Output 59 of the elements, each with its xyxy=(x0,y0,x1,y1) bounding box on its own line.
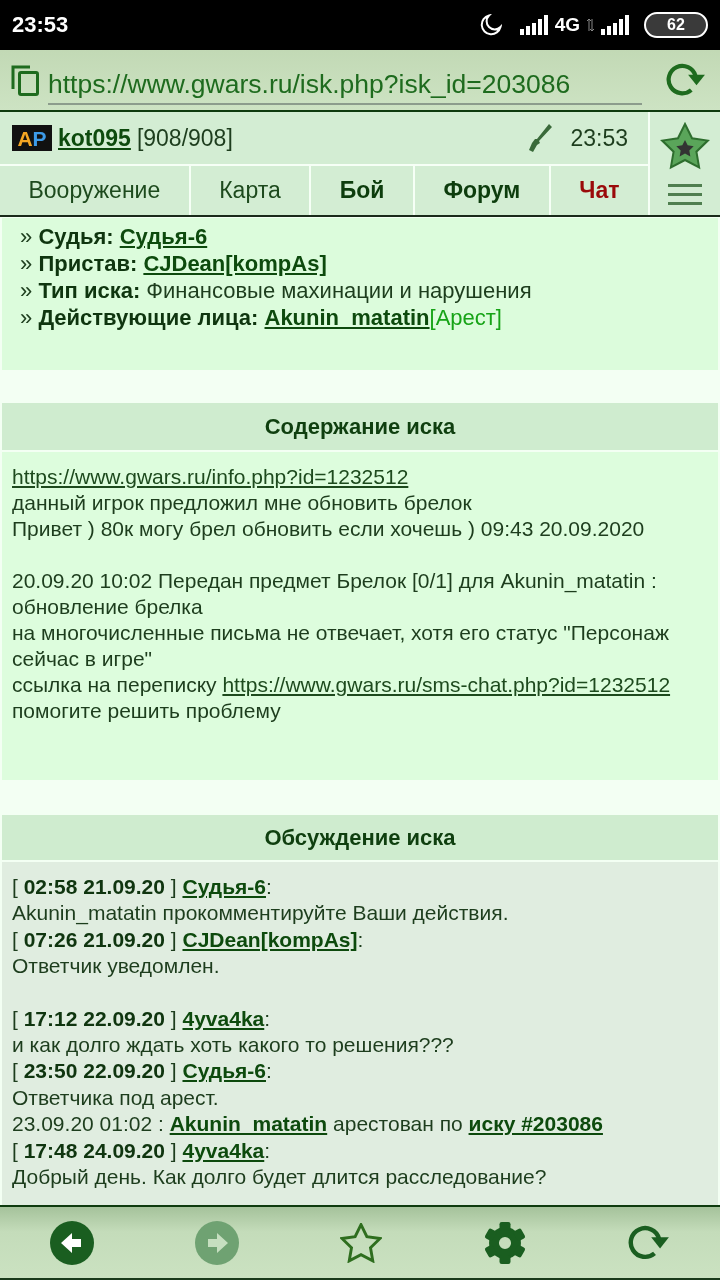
case-link[interactable]: иску #203086 xyxy=(468,1112,603,1136)
section-header: Содержание иска xyxy=(2,403,718,450)
moon-icon xyxy=(479,14,502,36)
clock-text: 23:53 xyxy=(570,124,628,152)
reload-icon[interactable] xyxy=(666,62,706,98)
comment-header: [ 17:48 24.09.20 ] 4yva4ka: xyxy=(12,1137,272,1164)
player-link[interactable]: Akunin_matatin xyxy=(169,1112,328,1136)
menu-icon[interactable] xyxy=(668,184,702,206)
author-link[interactable]: Судья-6 xyxy=(182,875,266,898)
comment-text: Добрый день. Как долго будет длится расследование? xyxy=(12,1164,548,1191)
star-icon[interactable] xyxy=(340,1222,382,1263)
author-link[interactable]: Судья-6 xyxy=(182,1059,266,1083)
username-link[interactable]: kot095 xyxy=(58,124,131,152)
comment-header: [ 02:58 21.09.20 ] Судья-6: xyxy=(12,874,273,900)
case-detail: » Тип иска: Финансовые махинации и нарушения xyxy=(20,277,533,304)
message-text: помогите решить проблему xyxy=(12,698,282,724)
reload-icon[interactable] xyxy=(628,1223,670,1262)
case-detail: » Действующие лица: Akunin_matatin[Арест] xyxy=(20,304,503,331)
player-link[interactable]: CJDean[kompAs] xyxy=(143,251,327,276)
data-arrows-icon xyxy=(587,19,594,31)
status-time: 23:53 xyxy=(12,12,69,38)
signal-icon xyxy=(519,15,548,35)
comment-header: [ 07:26 21.09.20 ] CJDean[kompAs]: xyxy=(12,926,365,953)
player-link[interactable]: Судья-6 xyxy=(119,224,208,249)
nav-tab[interactable]: Форум xyxy=(414,166,549,215)
comment-text: Ответчик уведомлен. xyxy=(12,953,221,980)
copy-icon[interactable] xyxy=(10,64,40,96)
message-text: данный игрок предложил мне обновить брелок xyxy=(12,490,473,516)
comment-header: [ 17:12 22.09.20 ] 4yva4ka: xyxy=(12,1005,272,1032)
event-text: 23.09.20 01:02 : Akunin_matatin арестован по иску #203086 xyxy=(12,1111,604,1138)
author-link[interactable]: 4yva4ka xyxy=(182,1138,265,1162)
author-link[interactable]: 4yva4ka xyxy=(182,1006,265,1030)
message-text: на многочисленные письма не отвечает, хотя его статус "Персонаж сейчас в игре" xyxy=(12,620,670,672)
url-link[interactable]: https://www.gwars.ru/info.php?id=1232512 xyxy=(12,465,409,488)
message-text: Привет ) 80к могу брел обновить если хочешь ) 09:43 20.09.2020 xyxy=(12,516,646,542)
nav-tab[interactable]: Карта xyxy=(190,166,310,215)
nav-tab[interactable]: Бой xyxy=(311,166,413,215)
author-link[interactable]: CJDean[kompAs] xyxy=(182,927,358,951)
nav-tab[interactable]: Вооружение xyxy=(0,166,189,215)
url-link[interactable]: https://www.gwars.ru/sms-chat.php?id=1232512 xyxy=(222,673,671,696)
nav-tab[interactable]: Чат xyxy=(550,166,648,215)
back-icon[interactable] xyxy=(50,1220,94,1265)
comment-text: и как долго ждать хоть какого то решения??? xyxy=(12,1032,455,1059)
signal-icon xyxy=(601,15,629,35)
rifle-icon xyxy=(528,124,553,152)
player-link[interactable]: Akunin_matatin xyxy=(264,305,430,330)
health-text: [908/908] xyxy=(136,124,233,152)
network-type-text: 4G xyxy=(554,14,580,36)
case-detail: » Пристав: CJDean[kompAs] xyxy=(20,250,328,277)
star-icon[interactable] xyxy=(660,122,710,170)
comment-text: Akunin_matatin прокомментируйте Ваши действия. xyxy=(12,900,510,927)
battery-indicator: 62 xyxy=(644,12,708,38)
comment-text: Ответчика под арест. xyxy=(12,1084,220,1111)
message-text: ссылка на переписку https://www.gwars.ru/sms-chat.php?id=1232512 xyxy=(12,672,672,698)
section-header: Обсуждение иска xyxy=(2,815,718,860)
settings-icon[interactable] xyxy=(483,1220,527,1265)
game-logo: AP xyxy=(12,125,52,151)
comment-header: [ 23:50 22.09.20 ] Судья-6: xyxy=(12,1058,273,1085)
case-detail: » Судья: Судья-6 xyxy=(20,223,209,250)
